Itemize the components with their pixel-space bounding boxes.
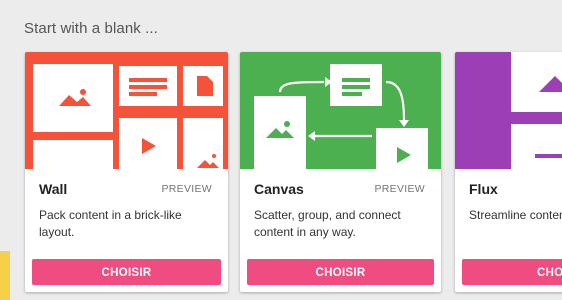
template-card-wall[interactable]: Wall PREVIEW Pack content in a brick-lik… (25, 52, 228, 292)
card-description: Streamline content read, top-to-bottom. (469, 208, 562, 222)
card-description: Scatter, group, and connect content in a… (254, 208, 401, 239)
flux-illustration (455, 52, 562, 169)
choose-canvas-button[interactable]: CHOISIR (247, 259, 434, 285)
choose-flux-button[interactable]: CHOISIR (462, 259, 562, 285)
preview-badge: PREVIEW (374, 183, 425, 195)
canvas-illustration (240, 52, 441, 169)
wall-illustration (25, 52, 228, 169)
choose-wall-button[interactable]: CHOISIR (32, 259, 221, 285)
card-title: Wall (39, 181, 68, 197)
template-card-flux[interactable]: Flux Streamline content read, top-to-bot… (455, 52, 562, 292)
background-accent (0, 251, 10, 300)
template-card-canvas[interactable]: Canvas PREVIEW Scatter, group, and conne… (240, 52, 441, 292)
preview-badge: PREVIEW (161, 183, 212, 195)
card-description: Pack content in a brick-like layout. (39, 208, 182, 239)
section-title: Start with a blank ... (24, 20, 158, 37)
card-title: Canvas (254, 181, 304, 197)
card-title: Flux (469, 181, 498, 197)
